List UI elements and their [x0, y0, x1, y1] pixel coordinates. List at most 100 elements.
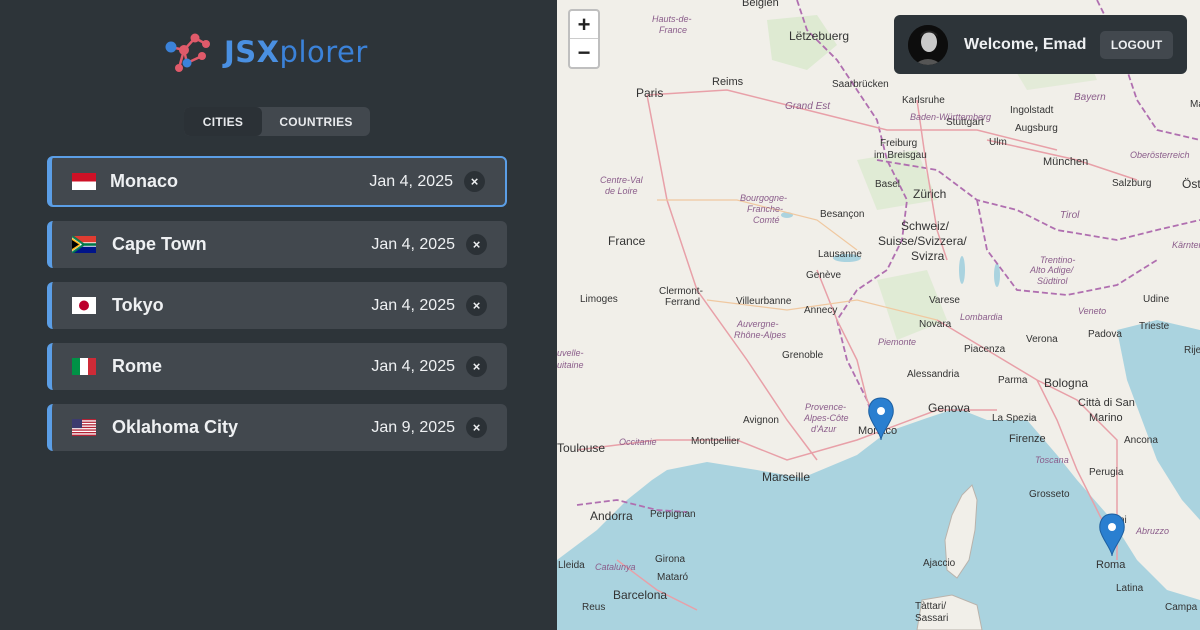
city-name: Rome: [112, 356, 163, 376]
city-date: Jan 4, 2025: [369, 172, 453, 190]
map-label: Bourgogne-: [740, 193, 787, 203]
map-label: Barcelona: [613, 588, 667, 602]
city-name: Cape Town: [112, 234, 207, 254]
city-name: Tokyo: [112, 295, 164, 315]
map-label: d'Azur: [811, 424, 837, 434]
tab-countries[interactable]: COUNTRIES: [262, 107, 370, 136]
map-label: Varese: [929, 295, 960, 306]
map-label: Grosseto: [1029, 489, 1070, 500]
map-label: Occitanie: [619, 437, 657, 447]
map-label: Öst: [1182, 177, 1200, 191]
map-label: Hauts-de-: [652, 14, 692, 24]
logo-text: JSXplorer: [224, 35, 368, 69]
map-label: Basel: [875, 179, 900, 190]
map-label: Lleida: [558, 560, 585, 571]
map-label: Andorra: [590, 509, 633, 523]
map-label: Karlsruhe: [902, 95, 945, 106]
map-label: Ajaccio: [923, 558, 956, 569]
delete-city-button[interactable]: ×: [466, 234, 487, 255]
map-label: Marseille: [762, 470, 810, 484]
delete-city-button[interactable]: ×: [466, 417, 487, 438]
map-label: Saarbrücken: [832, 79, 889, 90]
avatar: [908, 24, 948, 65]
map-label: Trieste: [1139, 321, 1170, 332]
map-label: Tirol: [1060, 210, 1080, 221]
map-label: Lausanne: [818, 249, 862, 260]
map-label: Baden-Württemberg: [910, 112, 991, 122]
map-label: Ulm: [989, 137, 1007, 148]
zoom-in-button[interactable]: +: [570, 11, 598, 39]
zoom-control: + −: [568, 9, 600, 69]
map-label: Catalunya: [595, 562, 636, 572]
map-label: Reims: [712, 76, 744, 88]
map-label: Südtirol: [1037, 276, 1069, 286]
view-tabs: CITIES COUNTRIES: [184, 107, 370, 136]
map-label: Ingolstadt: [1010, 105, 1054, 116]
city-item-rome[interactable]: Rome Jan 4, 2025 ×: [47, 343, 507, 390]
map-label: Schweiz/: [901, 219, 950, 233]
zoom-out-button[interactable]: −: [570, 39, 598, 67]
map-label: France: [659, 25, 687, 35]
map-label: Alessandria: [907, 369, 960, 380]
city-item-oklahoma-city[interactable]: Oklahoma City Jan 9, 2025 ×: [47, 404, 507, 451]
map-label: Marino: [1089, 412, 1123, 424]
map-label: Avignon: [743, 415, 779, 426]
delete-city-button[interactable]: ×: [466, 356, 487, 377]
map-label: Toulouse: [557, 441, 605, 455]
city-date: Jan 4, 2025: [371, 235, 455, 253]
city-list: Monaco Jan 4, 2025 × Cape Town Jan 4, 20…: [47, 156, 507, 465]
delete-city-button[interactable]: ×: [466, 295, 487, 316]
map-label: Reus: [582, 602, 605, 613]
city-date: Jan 9, 2025: [371, 418, 455, 436]
map-label: Lombardia: [960, 312, 1003, 322]
map-label: Montpellier: [691, 436, 741, 447]
map-label: Auvergne-: [736, 319, 779, 329]
map-label: Provence-: [805, 402, 846, 412]
map-label: Mataró: [657, 572, 689, 583]
city-date: Jan 4, 2025: [371, 357, 455, 375]
map-label: Toscana: [1035, 455, 1069, 465]
map-view[interactable]: Belgien Lëtzebuerg Hauts-de- France Reim…: [557, 0, 1200, 630]
usa-flag-icon: [72, 419, 96, 436]
map-label: Bayern: [1074, 92, 1106, 103]
south-africa-flag-icon: [72, 236, 96, 253]
map-label: Novara: [919, 319, 952, 330]
map-label: Ma: [1190, 99, 1200, 110]
city-item-cape-town[interactable]: Cape Town Jan 4, 2025 ×: [47, 221, 507, 268]
map-label: Ferrand: [665, 297, 700, 308]
map-label: Perpignan: [650, 509, 696, 520]
map-label: Centre-Val: [600, 175, 644, 185]
map-label: Girona: [655, 554, 685, 565]
map-label: Campa: [1165, 602, 1198, 613]
map-label: Freiburg: [880, 138, 917, 149]
app-logo[interactable]: JSXplorer: [162, 30, 368, 74]
italy-flag-icon: [72, 358, 96, 375]
map-label: Rije: [1184, 345, 1200, 356]
map-label: Genova: [928, 401, 970, 415]
map-label: Latina: [1116, 583, 1144, 594]
map-label: Kärnten: [1172, 240, 1200, 250]
map-tiles[interactable]: Belgien Lëtzebuerg Hauts-de- France Reim…: [557, 0, 1200, 630]
logo-icon: [165, 33, 210, 72]
city-item-monaco[interactable]: Monaco Jan 4, 2025 ×: [47, 156, 507, 207]
map-label: Piacenza: [964, 344, 1006, 355]
map-label: Verona: [1026, 334, 1058, 345]
delete-city-button[interactable]: ×: [464, 171, 485, 192]
city-item-tokyo[interactable]: Tokyo Jan 4, 2025 ×: [47, 282, 507, 329]
logout-button[interactable]: LOGOUT: [1100, 30, 1173, 59]
map-label: Padova: [1088, 329, 1122, 340]
map-label: Tàttari/: [915, 601, 946, 612]
map-label: Annecy: [804, 305, 837, 316]
map-label: Limoges: [580, 294, 618, 305]
map-label: Città di San: [1078, 397, 1135, 409]
map-label: Alpes-Côte: [803, 413, 849, 423]
map-label: Rhône-Alpes: [734, 330, 787, 340]
tab-cities[interactable]: CITIES: [184, 107, 262, 136]
map-label: Udine: [1143, 294, 1170, 305]
map-label: Villeurbanne: [736, 296, 792, 307]
map-label: Grenoble: [782, 350, 824, 361]
map-label: Clermont-: [659, 286, 703, 297]
map-label: Oberösterreich: [1130, 150, 1190, 160]
map-label: Comté: [753, 215, 780, 225]
map-label: Veneto: [1078, 306, 1106, 316]
